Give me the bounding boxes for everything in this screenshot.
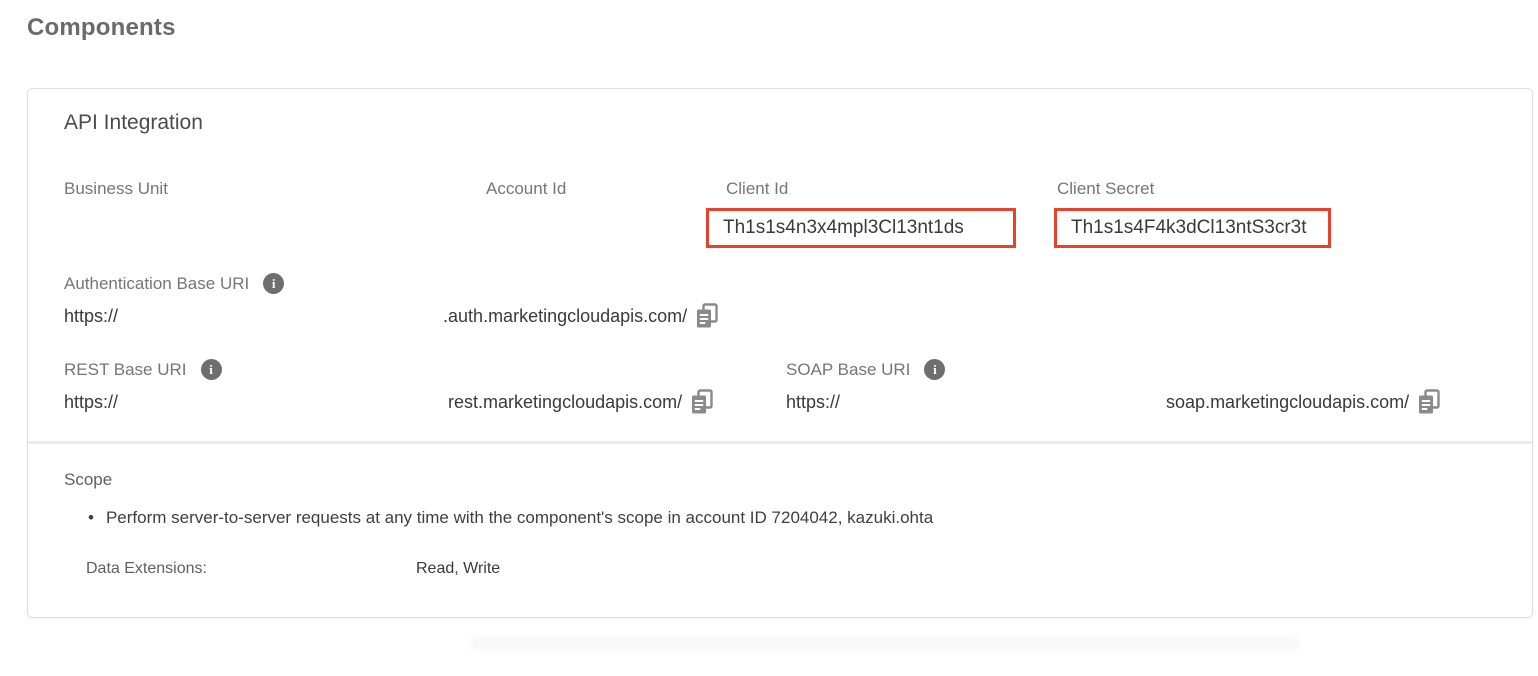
- copy-icon[interactable]: [695, 303, 719, 329]
- client-secret-value: Th1s1s4F4k3dCl13ntS3cr3t: [1071, 217, 1307, 239]
- card-title: API Integration: [64, 111, 203, 135]
- info-icon[interactable]: i: [263, 273, 284, 294]
- page-title: Components: [27, 14, 176, 42]
- soap-base-uri-label: SOAP Base URI: [786, 360, 910, 380]
- redacted-subdomain: [840, 393, 1166, 411]
- soap-base-uri-value: https:// soap.marketingcloudapis.com/: [786, 389, 1441, 415]
- rest-base-uri-label: REST Base URI: [64, 360, 187, 380]
- components-page: Components API Integration Business Unit…: [0, 0, 1538, 676]
- info-icon[interactable]: i: [924, 359, 945, 380]
- auth-uri-suffix: .auth.marketingcloudapis.com/: [443, 306, 687, 327]
- soap-base-uri-label-row: SOAP Base URI i: [786, 359, 945, 380]
- client-id-value: Th1s1s4n3x4mpl3Cl13nt1ds: [723, 217, 964, 239]
- data-extensions-label: Data Extensions:: [86, 560, 207, 578]
- client-id-label: Client Id: [726, 179, 788, 199]
- info-icon[interactable]: i: [201, 359, 222, 380]
- scope-bullet-item: Perform server-to-server requests at any…: [88, 508, 933, 528]
- auth-base-uri-label: Authentication Base URI: [64, 274, 249, 294]
- soap-uri-suffix: soap.marketingcloudapis.com/: [1166, 392, 1409, 413]
- section-divider: [28, 441, 1532, 444]
- copy-icon[interactable]: [1417, 389, 1441, 415]
- rest-base-uri-value: https:// rest.marketingcloudapis.com/: [64, 389, 714, 415]
- auth-uri-scheme: https://: [64, 306, 118, 327]
- data-extensions-value: Read, Write: [416, 560, 500, 578]
- client-secret-label: Client Secret: [1057, 179, 1154, 199]
- rest-uri-scheme: https://: [64, 392, 118, 413]
- redacted-subdomain: [118, 307, 443, 325]
- auth-base-uri-value: https:// .auth.marketingcloudapis.com/: [64, 303, 719, 329]
- redacted-bottom-bar: [470, 636, 1300, 651]
- auth-base-uri-label-row: Authentication Base URI i: [64, 273, 284, 294]
- client-id-highlight-box: Th1s1s4n3x4mpl3Cl13nt1ds: [706, 208, 1016, 248]
- soap-uri-scheme: https://: [786, 392, 840, 413]
- redacted-subdomain: [118, 393, 448, 411]
- business-unit-label: Business Unit: [64, 179, 168, 199]
- copy-icon[interactable]: [690, 389, 714, 415]
- rest-uri-suffix: rest.marketingcloudapis.com/: [448, 392, 682, 413]
- account-id-label: Account Id: [486, 179, 566, 199]
- client-secret-highlight-box: Th1s1s4F4k3dCl13ntS3cr3t: [1054, 208, 1331, 248]
- scope-title: Scope: [64, 470, 112, 490]
- rest-base-uri-label-row: REST Base URI i: [64, 359, 222, 380]
- api-integration-card: API Integration Business Unit Account Id…: [27, 88, 1533, 618]
